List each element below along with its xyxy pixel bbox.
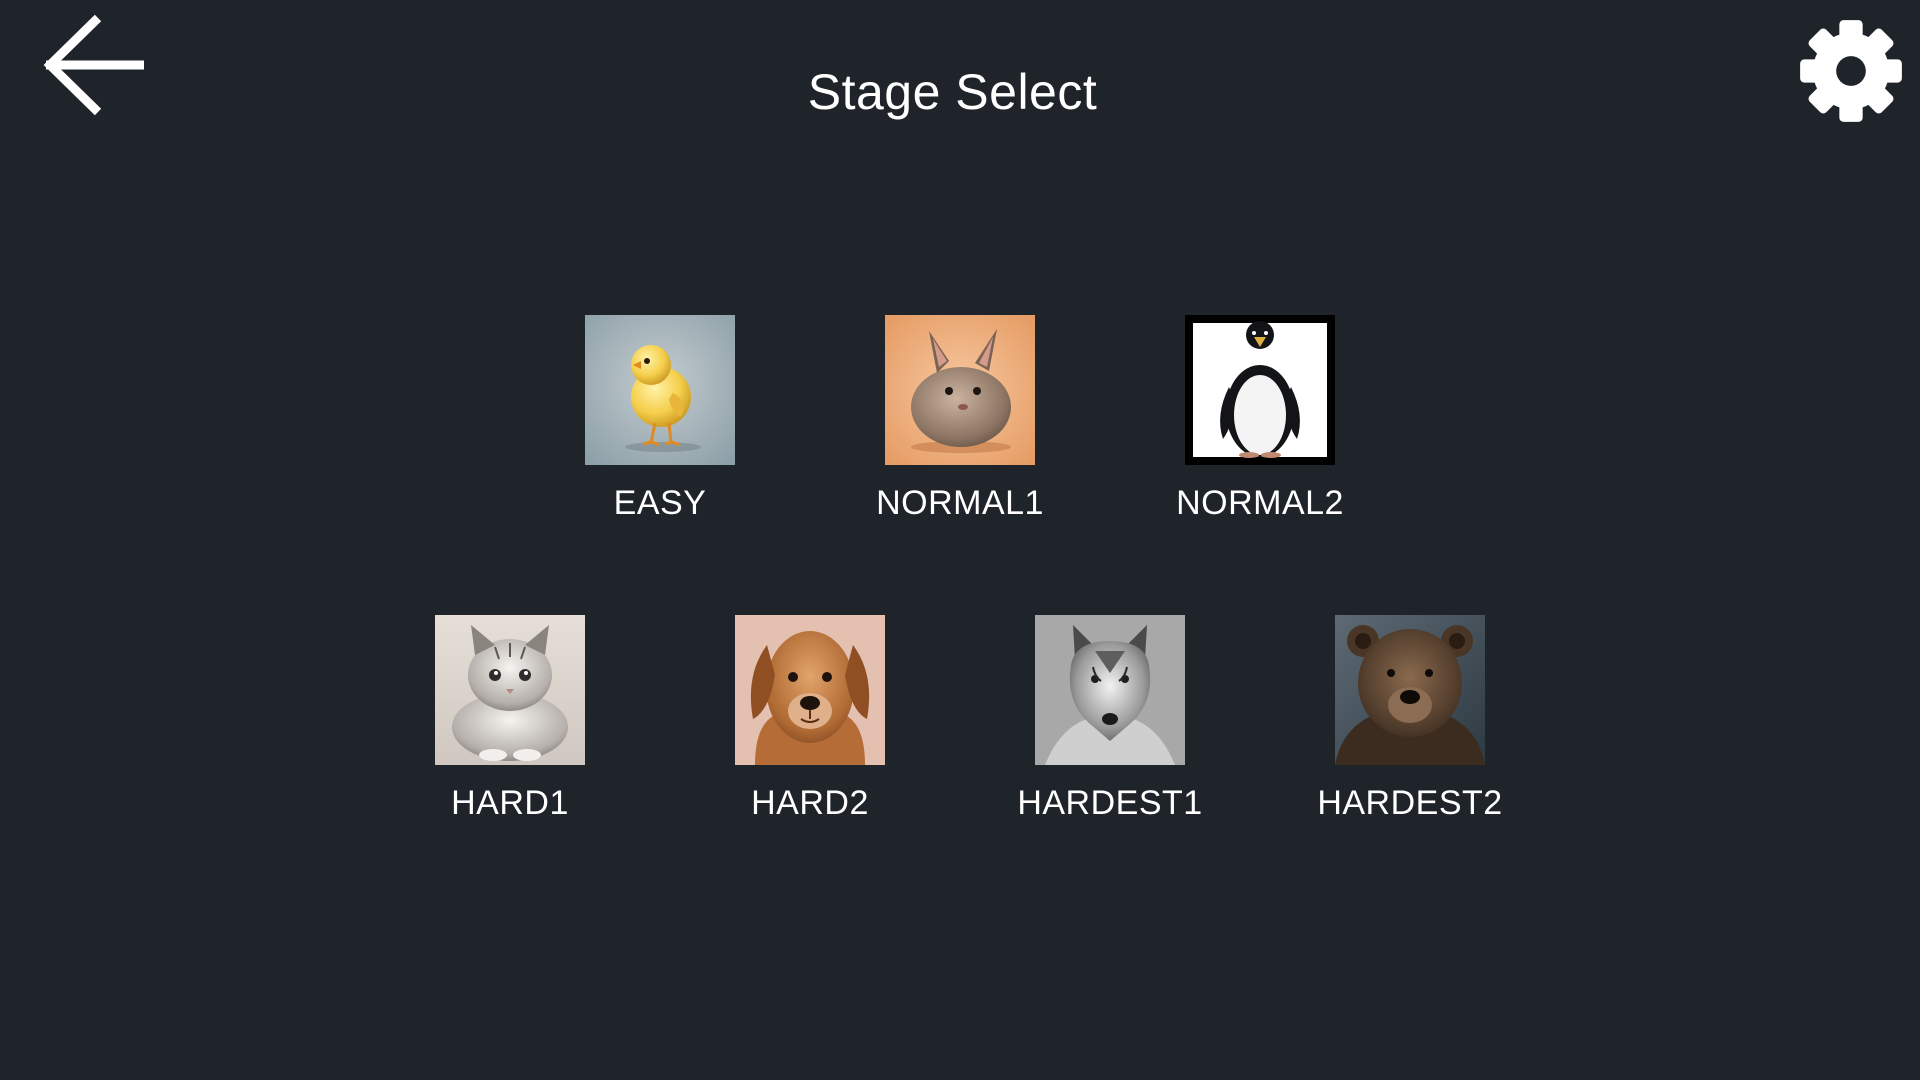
stage-select-screen: Stage Select EASY NORMAL1 NORMAL2 HARD1 …: [0, 0, 1920, 1080]
cat-image: [435, 615, 585, 765]
stage-normal2-button[interactable]: NORMAL2: [1135, 315, 1385, 523]
stage-hard1-button[interactable]: HARD1: [385, 615, 635, 823]
dog-image: [735, 615, 885, 765]
stage-easy-button[interactable]: EASY: [535, 315, 785, 523]
stage-hardest2-button[interactable]: HARDEST2: [1285, 615, 1535, 823]
stage-label: NORMAL1: [876, 484, 1044, 522]
penguin-image: [1185, 315, 1335, 465]
stage-label: EASY: [613, 484, 707, 522]
stage-label: HARD2: [751, 784, 869, 822]
gear-icon: [1800, 20, 1902, 122]
rabbit-image: [885, 315, 1035, 465]
bear-image: [1335, 615, 1485, 765]
settings-button[interactable]: [1798, 18, 1904, 124]
page-title: Stage Select: [807, 64, 1098, 120]
stage-label: HARD1: [451, 784, 569, 822]
stage-hard2-button[interactable]: HARD2: [685, 615, 935, 823]
stage-hardest1-button[interactable]: HARDEST1: [985, 615, 1235, 823]
stage-label: HARDEST1: [1017, 784, 1203, 822]
chick-image: [585, 315, 735, 465]
stage-label: HARDEST2: [1317, 784, 1503, 822]
wolf-image: [1035, 615, 1185, 765]
stage-label: NORMAL2: [1176, 484, 1344, 522]
stage-normal1-button[interactable]: NORMAL1: [835, 315, 1085, 523]
